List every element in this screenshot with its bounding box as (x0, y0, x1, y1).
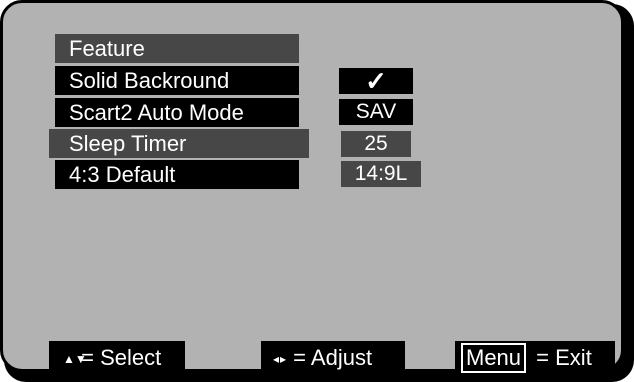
exit-hint[interactable]: Menu = Exit (455, 341, 615, 375)
exit-hint-label: = Exit (536, 345, 592, 370)
select-hint: ▲▼ = Select (49, 341, 185, 375)
menu-key[interactable]: Menu (461, 343, 527, 373)
solid-backround-checkmark-value[interactable]: ✓ (339, 68, 413, 94)
menu-title: Feature (55, 34, 299, 63)
menu-item-sleep-timer[interactable]: Sleep Timer (49, 129, 309, 158)
menu-item-scart2-auto-mode[interactable]: Scart2 Auto Mode (55, 98, 299, 127)
menu-item-solid-backround[interactable]: Solid Backround (55, 66, 299, 95)
sleep-timer-value[interactable]: 25 (341, 131, 411, 157)
up-down-arrows-icon: ▲▼ (63, 352, 87, 367)
menu-item-4-3-default[interactable]: 4:3 Default (55, 160, 299, 189)
adjust-hint-label: = Adjust (293, 345, 373, 370)
select-hint-label: = Select (81, 345, 162, 370)
adjust-hint: ◂▸ = Adjust (261, 341, 405, 375)
left-right-arrows-icon: ◂▸ (273, 352, 288, 367)
scart2-auto-mode-value[interactable]: SAV (339, 99, 413, 125)
osd-menu-panel: Feature Solid Backround Scart2 Auto Mode… (0, 0, 624, 375)
4-3-default-value[interactable]: 14:9L (341, 161, 421, 187)
